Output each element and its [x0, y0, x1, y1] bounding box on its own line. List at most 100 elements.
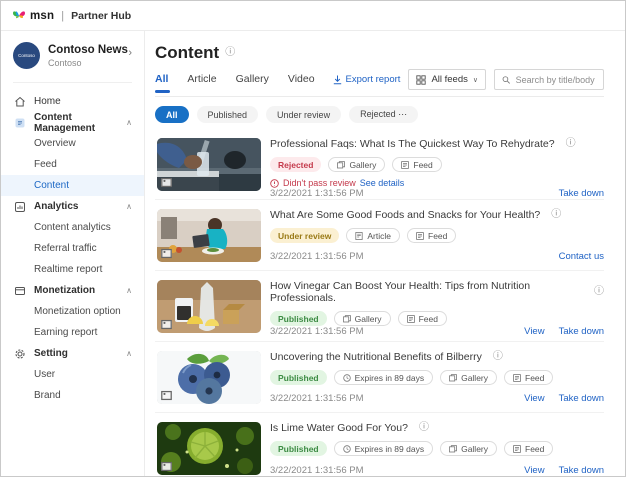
- profile-chevron-icon[interactable]: ›: [128, 47, 132, 59]
- sidebar-group-analytics[interactable]: Analytics ∧: [1, 196, 144, 217]
- view-link[interactable]: View: [524, 393, 544, 404]
- search-icon: [502, 75, 511, 85]
- sidebar-group-content-management[interactable]: Content Management ∧: [1, 112, 144, 133]
- gallery-icon: [337, 161, 345, 169]
- download-icon: [333, 75, 342, 85]
- search-box[interactable]: [494, 69, 604, 90]
- sidebar-item-overview[interactable]: Overview: [1, 133, 144, 154]
- article-thumbnail[interactable]: [157, 209, 261, 262]
- publisher-profile[interactable]: Contoso Contoso News Contoso ›: [1, 31, 144, 78]
- gallery-indicator-icon: [161, 391, 172, 400]
- analytics-icon: [13, 200, 26, 213]
- sidebar-group-setting[interactable]: Setting ∧: [1, 343, 144, 364]
- chevron-up-icon[interactable]: ∧: [126, 202, 132, 211]
- status-badge: Under review: [270, 228, 339, 243]
- sidebar-group-label: Analytics: [34, 201, 78, 212]
- all-feeds-dropdown[interactable]: All feeds ∨: [408, 69, 486, 90]
- feeds-icon: [416, 75, 426, 85]
- take-down-link[interactable]: Take down: [559, 188, 604, 199]
- sidebar-nav: Home Content Management ∧ Overview Feed …: [1, 89, 144, 406]
- article-title[interactable]: What Are Some Good Foods and Snacks for …: [270, 209, 540, 221]
- tab-video[interactable]: Video: [288, 73, 315, 93]
- publisher-name: Contoso News: [48, 44, 128, 56]
- page-title: Content: [155, 43, 219, 63]
- gallery-indicator-icon: [161, 320, 172, 329]
- content-tabbar: All Article Gallery Video Export report …: [155, 73, 604, 97]
- chevron-up-icon[interactable]: ∧: [126, 349, 132, 358]
- title-info-icon[interactable]: ⓘ: [566, 139, 576, 149]
- see-details-link[interactable]: See details: [360, 178, 405, 188]
- gallery-indicator-icon: [161, 178, 172, 187]
- sidebar-group-label: Setting: [34, 348, 68, 359]
- article-title[interactable]: Professional Faqs: What Is The Quickest …: [270, 138, 555, 150]
- publish-date: 3/22/2021 1:31:56 PM: [270, 188, 364, 199]
- title-info-icon[interactable]: ⓘ: [551, 210, 561, 220]
- publisher-subtitle: Contoso: [48, 58, 128, 68]
- contact-us-link[interactable]: Contact us: [559, 251, 604, 262]
- filter-under-review[interactable]: Under review: [266, 106, 341, 123]
- tag-feed: Feed: [504, 441, 553, 456]
- sidebar-group-label: Content Management: [34, 112, 132, 134]
- status-filters: All Published Under review Rejected ⋯: [155, 106, 604, 123]
- sidebar-item-monetization-option[interactable]: Monetization option: [1, 301, 144, 322]
- publish-date: 3/22/2021 1:31:56 PM: [270, 326, 364, 337]
- content-list: Professional Faqs: What Is The Quickest …: [155, 129, 604, 476]
- tab-all[interactable]: All: [155, 73, 168, 93]
- msn-logo[interactable]: msn | Partner Hub: [12, 9, 131, 22]
- product-name: Partner Hub: [71, 10, 131, 22]
- title-info-icon[interactable]: ⓘ: [493, 352, 503, 362]
- title-info-icon[interactable]: ⓘ: [594, 287, 604, 297]
- take-down-link[interactable]: Take down: [559, 326, 604, 337]
- home-icon: [13, 95, 26, 108]
- setting-icon: [13, 347, 26, 360]
- tag-feed: Feed: [392, 157, 441, 172]
- feed-icon: [407, 315, 415, 323]
- gallery-icon: [343, 315, 351, 323]
- sidebar-item-earning-report[interactable]: Earning report: [1, 322, 144, 343]
- tab-gallery[interactable]: Gallery: [236, 73, 269, 93]
- content-row: Professional Faqs: What Is The Quickest …: [155, 129, 604, 200]
- search-input[interactable]: [516, 75, 596, 85]
- sidebar-item-content[interactable]: Content: [1, 175, 144, 196]
- sidebar-item-content-analytics[interactable]: Content analytics: [1, 217, 144, 238]
- article-thumbnail[interactable]: [157, 351, 261, 404]
- sidebar: Contoso Contoso News Contoso › Home Cont…: [1, 31, 145, 476]
- sidebar-group-monetization[interactable]: Monetization ∧: [1, 280, 144, 301]
- article-icon: [355, 232, 363, 240]
- status-badge: Published: [270, 311, 327, 326]
- review-note: Didn't pass review See details: [270, 178, 604, 188]
- sidebar-item-home[interactable]: Home: [1, 91, 144, 112]
- article-title[interactable]: Uncovering the Nutritional Benefits of B…: [270, 351, 482, 363]
- status-badge: Published: [270, 441, 327, 456]
- gallery-indicator-icon: [161, 462, 172, 471]
- export-report-button[interactable]: Export report: [333, 74, 401, 85]
- article-thumbnail[interactable]: [157, 138, 261, 191]
- article-thumbnail[interactable]: [157, 422, 261, 475]
- tab-article[interactable]: Article: [187, 73, 216, 93]
- take-down-link[interactable]: Take down: [559, 393, 604, 404]
- sidebar-divider: [13, 82, 132, 83]
- take-down-link[interactable]: Take down: [559, 465, 604, 476]
- sidebar-item-referral-traffic[interactable]: Referral traffic: [1, 238, 144, 259]
- chevron-up-icon[interactable]: ∧: [126, 118, 132, 127]
- page-info-icon[interactable]: ⓘ: [225, 48, 235, 58]
- filter-published[interactable]: Published: [197, 106, 259, 123]
- msn-butterfly-icon: [12, 9, 26, 22]
- content-row: What Are Some Good Foods and Snacks for …: [155, 200, 604, 271]
- sidebar-item-realtime-report[interactable]: Realtime report: [1, 259, 144, 280]
- article-title[interactable]: How Vinegar Can Boost Your Health: Tips …: [270, 280, 583, 304]
- view-link[interactable]: View: [524, 326, 544, 337]
- title-info-icon[interactable]: ⓘ: [419, 423, 429, 433]
- gallery-indicator-icon: [161, 249, 172, 258]
- view-link[interactable]: View: [524, 465, 544, 476]
- filter-all[interactable]: All: [155, 106, 189, 123]
- feed-icon: [513, 374, 521, 382]
- article-thumbnail[interactable]: [157, 280, 261, 333]
- gallery-icon: [449, 374, 457, 382]
- sidebar-item-feed[interactable]: Feed: [1, 154, 144, 175]
- article-title[interactable]: Is Lime Water Good For You?: [270, 422, 408, 434]
- sidebar-item-user[interactable]: User: [1, 364, 144, 385]
- chevron-up-icon[interactable]: ∧: [126, 286, 132, 295]
- sidebar-item-brand[interactable]: Brand: [1, 385, 144, 406]
- filter-rejected[interactable]: Rejected ⋯: [349, 106, 418, 123]
